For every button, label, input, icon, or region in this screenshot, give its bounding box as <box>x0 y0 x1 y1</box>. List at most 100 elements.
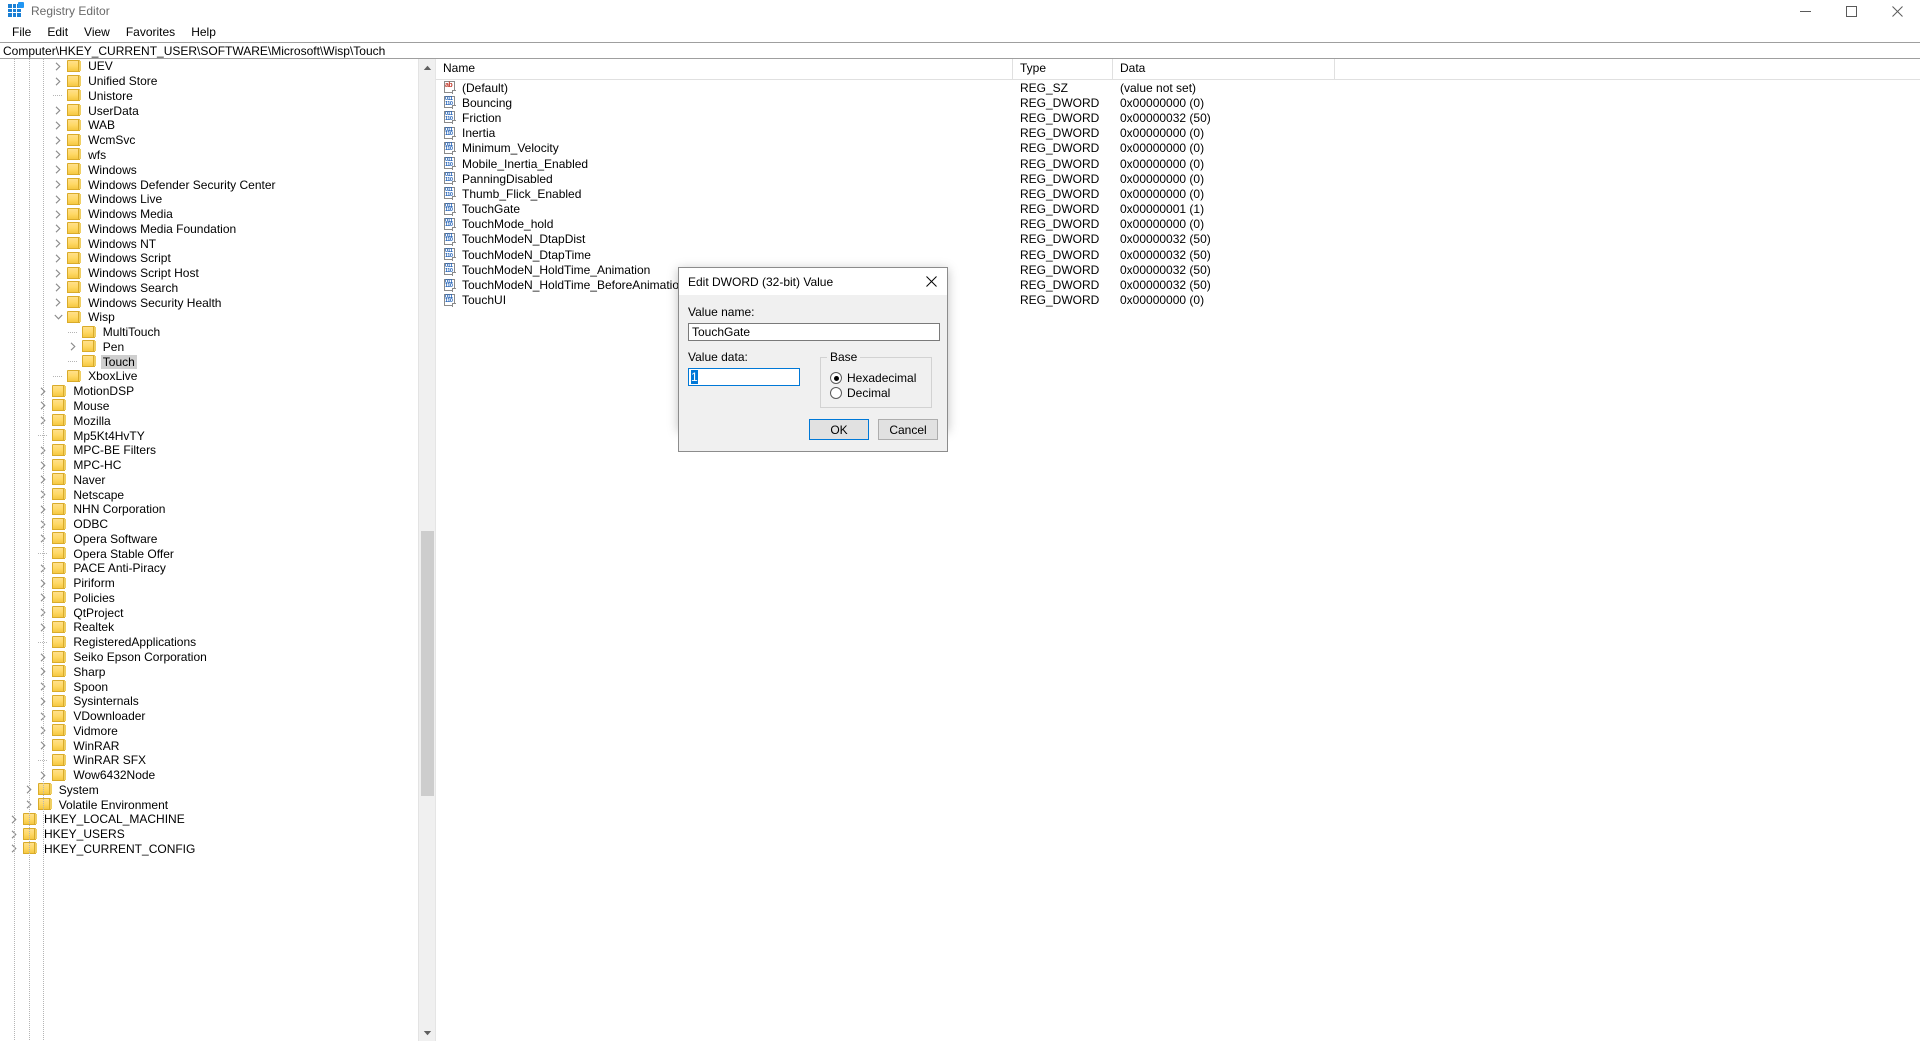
tree-item[interactable]: Realtek <box>0 620 418 635</box>
tree-item[interactable]: Touch <box>0 354 418 369</box>
tree-item[interactable]: MPC-BE Filters <box>0 443 418 458</box>
chevron-right-icon[interactable] <box>50 224 66 233</box>
tree-item[interactable]: MultiTouch <box>0 325 418 340</box>
tree-item[interactable]: Windows <box>0 162 418 177</box>
tree-vertical-scrollbar[interactable] <box>418 59 435 1041</box>
column-header-name[interactable]: Name <box>436 59 1013 79</box>
tree-item[interactable]: Windows Live <box>0 192 418 207</box>
chevron-right-icon[interactable] <box>50 77 66 86</box>
value-name-input[interactable] <box>688 323 940 341</box>
tree-item[interactable]: MPC-HC <box>0 458 418 473</box>
value-row[interactable]: 011 110 Mobile_Inertia_Enabled REG_DWORD 0x… <box>436 156 1920 171</box>
tree-item[interactable]: WAB <box>0 118 418 133</box>
chevron-right-icon[interactable] <box>50 283 66 292</box>
tree-item[interactable]: NHN Corporation <box>0 502 418 517</box>
address-bar[interactable]: Computer\HKEY_CURRENT_USER\SOFTWARE\Micr… <box>0 42 1920 59</box>
chevron-right-icon[interactable] <box>50 106 66 115</box>
value-row[interactable]: ab (Default) REG_SZ (value not set) <box>436 80 1920 95</box>
value-row[interactable]: 011 110 TouchMode_hold REG_DWORD 0x00000000… <box>436 217 1920 232</box>
value-row[interactable]: 011 110 TouchModeN_DtapDist REG_DWORD 0x000… <box>436 232 1920 247</box>
tree-item[interactable]: WinRAR <box>0 738 418 753</box>
chevron-right-icon[interactable] <box>50 268 66 278</box>
tree-item[interactable]: Pen <box>0 340 418 355</box>
tree-item[interactable]: Seiko Epson Corporation <box>0 650 418 665</box>
tree-item[interactable]: UEV <box>0 59 418 74</box>
registry-tree[interactable]: UEV Unified Store Unistore UserData WAB WcmSv… <box>0 59 418 1041</box>
tree-scroll-thumb[interactable] <box>421 531 434 797</box>
value-row[interactable]: 011 110 Thumb_Flick_Enabled REG_DWORD 0x000… <box>436 186 1920 201</box>
column-header-type[interactable]: Type <box>1013 59 1113 79</box>
tree-item[interactable]: Spoon <box>0 679 418 694</box>
tree-item[interactable]: Windows Search <box>0 280 418 295</box>
chevron-right-icon[interactable] <box>50 136 66 145</box>
value-row[interactable]: 011 110 TouchGate REG_DWORD 0x00000001 (1) <box>436 202 1920 217</box>
tree-item[interactable]: WinRAR SFX <box>0 753 418 768</box>
tree-item[interactable]: Windows Media <box>0 207 418 222</box>
menu-favorites[interactable]: Favorites <box>118 23 183 42</box>
close-button[interactable] <box>1874 0 1920 22</box>
tree-item[interactable]: Windows Security Health <box>0 295 418 310</box>
minimize-button[interactable] <box>1782 0 1828 22</box>
value-row[interactable]: 011 110 Friction REG_DWORD 0x00000032 (50) <box>436 110 1920 125</box>
column-header-data[interactable]: Data <box>1113 59 1335 79</box>
chevron-right-icon[interactable] <box>50 195 66 204</box>
tree-item[interactable]: Mp5Kt4HvTY <box>0 428 418 443</box>
value-row[interactable]: 011 110 TouchModeN_DtapTime REG_DWORD 0x000… <box>436 247 1920 262</box>
tree-item[interactable]: HKEY_LOCAL_MACHINE <box>0 812 418 827</box>
tree-item[interactable]: Windows Script <box>0 251 418 266</box>
menu-edit[interactable]: Edit <box>39 23 76 42</box>
dialog-close-icon[interactable] <box>915 268 947 294</box>
tree-item[interactable]: Piriform <box>0 576 418 591</box>
tree-item[interactable]: QtProject <box>0 605 418 620</box>
tree-item[interactable]: Unistore <box>0 89 418 104</box>
chevron-right-icon[interactable] <box>50 62 66 71</box>
tree-item[interactable]: MotionDSP <box>0 384 418 399</box>
menu-file[interactable]: File <box>4 23 39 42</box>
scroll-down-arrow[interactable] <box>419 1024 435 1041</box>
tree-item[interactable]: HKEY_CURRENT_CONFIG <box>0 842 418 857</box>
tree-item[interactable]: Volatile Environment <box>0 797 418 812</box>
tree-item[interactable]: UserData <box>0 103 418 118</box>
tree-item[interactable]: XboxLive <box>0 369 418 384</box>
tree-item[interactable]: Opera Software <box>0 532 418 547</box>
tree-item[interactable]: Sharp <box>0 664 418 679</box>
chevron-right-icon[interactable] <box>50 121 66 130</box>
chevron-right-icon[interactable] <box>50 209 66 219</box>
value-row[interactable]: 011 110 Inertia REG_DWORD 0x00000000 (0) <box>436 126 1920 141</box>
tree-item[interactable]: Opera Stable Offer <box>0 546 418 561</box>
chevron-right-icon[interactable] <box>50 165 66 174</box>
tree-item[interactable]: Netscape <box>0 487 418 502</box>
cancel-button[interactable]: Cancel <box>878 419 938 440</box>
tree-item[interactable]: Mozilla <box>0 413 418 428</box>
tree-item[interactable]: Windows Script Host <box>0 266 418 281</box>
menu-help[interactable]: Help <box>183 23 224 42</box>
value-row[interactable]: 011 110 Bouncing REG_DWORD 0x00000000 (0) <box>436 95 1920 110</box>
chevron-down-icon[interactable] <box>50 314 66 320</box>
tree-item[interactable]: Unified Store <box>0 74 418 89</box>
tree-item[interactable]: RegisteredApplications <box>0 635 418 650</box>
value-row[interactable]: 011 110 Minimum_Velocity REG_DWORD 0x000000… <box>436 141 1920 156</box>
tree-item[interactable]: HKEY_USERS <box>0 827 418 842</box>
tree-item[interactable]: Policies <box>0 591 418 606</box>
maximize-button[interactable] <box>1828 0 1874 22</box>
value-row[interactable]: 011 110 TouchModeN_HoldTime_Animation REG_… <box>436 262 1920 277</box>
tree-item[interactable]: WcmSvc <box>0 133 418 148</box>
value-row[interactable]: 011 110 PanningDisabled REG_DWORD 0x0000000… <box>436 171 1920 186</box>
radio-decimal[interactable]: Decimal <box>830 386 931 400</box>
tree-item[interactable]: wfs <box>0 148 418 163</box>
tree-item[interactable]: Naver <box>0 472 418 487</box>
value-data-input[interactable]: 1 <box>688 368 800 386</box>
tree-item[interactable]: Windows NT <box>0 236 418 251</box>
tree-item[interactable]: Windows Defender Security Center <box>0 177 418 192</box>
tree-item[interactable]: System <box>0 783 418 798</box>
value-row[interactable]: 011 110 TouchModeN_HoldTime_BeforeAnimati… <box>436 277 1920 292</box>
chevron-right-icon[interactable] <box>50 239 66 248</box>
tree-item[interactable]: Mouse <box>0 399 418 414</box>
menu-view[interactable]: View <box>76 23 118 42</box>
chevron-right-icon[interactable] <box>50 254 66 263</box>
ok-button[interactable]: OK <box>809 419 869 440</box>
tree-item[interactable]: Wow6432Node <box>0 768 418 783</box>
value-row[interactable]: 011 110 TouchUI REG_DWORD 0x00000000 (0) <box>436 293 1920 308</box>
chevron-right-icon[interactable] <box>50 298 66 307</box>
tree-item[interactable]: Windows Media Foundation <box>0 221 418 236</box>
